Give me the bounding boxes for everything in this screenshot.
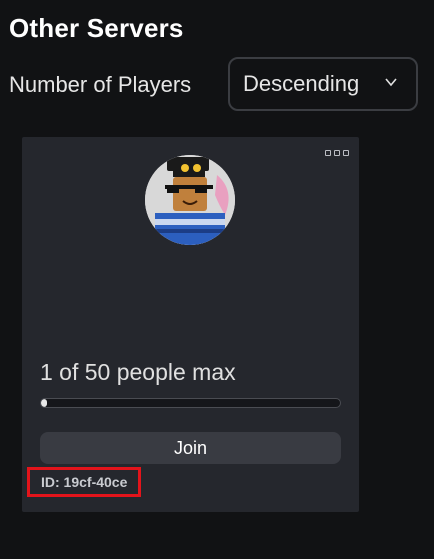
player-capacity-bar: [40, 398, 341, 408]
sort-dropdown[interactable]: Descending: [228, 57, 418, 111]
sort-label: Number of Players: [9, 72, 192, 97]
avatar[interactable]: [145, 155, 235, 245]
server-id-label: ID: 19cf-40ce: [27, 467, 142, 497]
more-options-icon[interactable]: [325, 150, 353, 160]
sort-controls: Number of Players: [9, 57, 205, 113]
chevron-down-icon: [385, 78, 397, 87]
sort-selected-value: Descending: [243, 71, 360, 96]
server-card: 1 of 50 people max Join ID: 19cf-40ce: [22, 137, 359, 512]
player-count-text: 1 of 50 people max: [40, 359, 236, 385]
section-title: Other Servers: [9, 13, 184, 43]
join-button[interactable]: Join: [40, 432, 341, 464]
player-capacity-fill: [41, 399, 47, 407]
